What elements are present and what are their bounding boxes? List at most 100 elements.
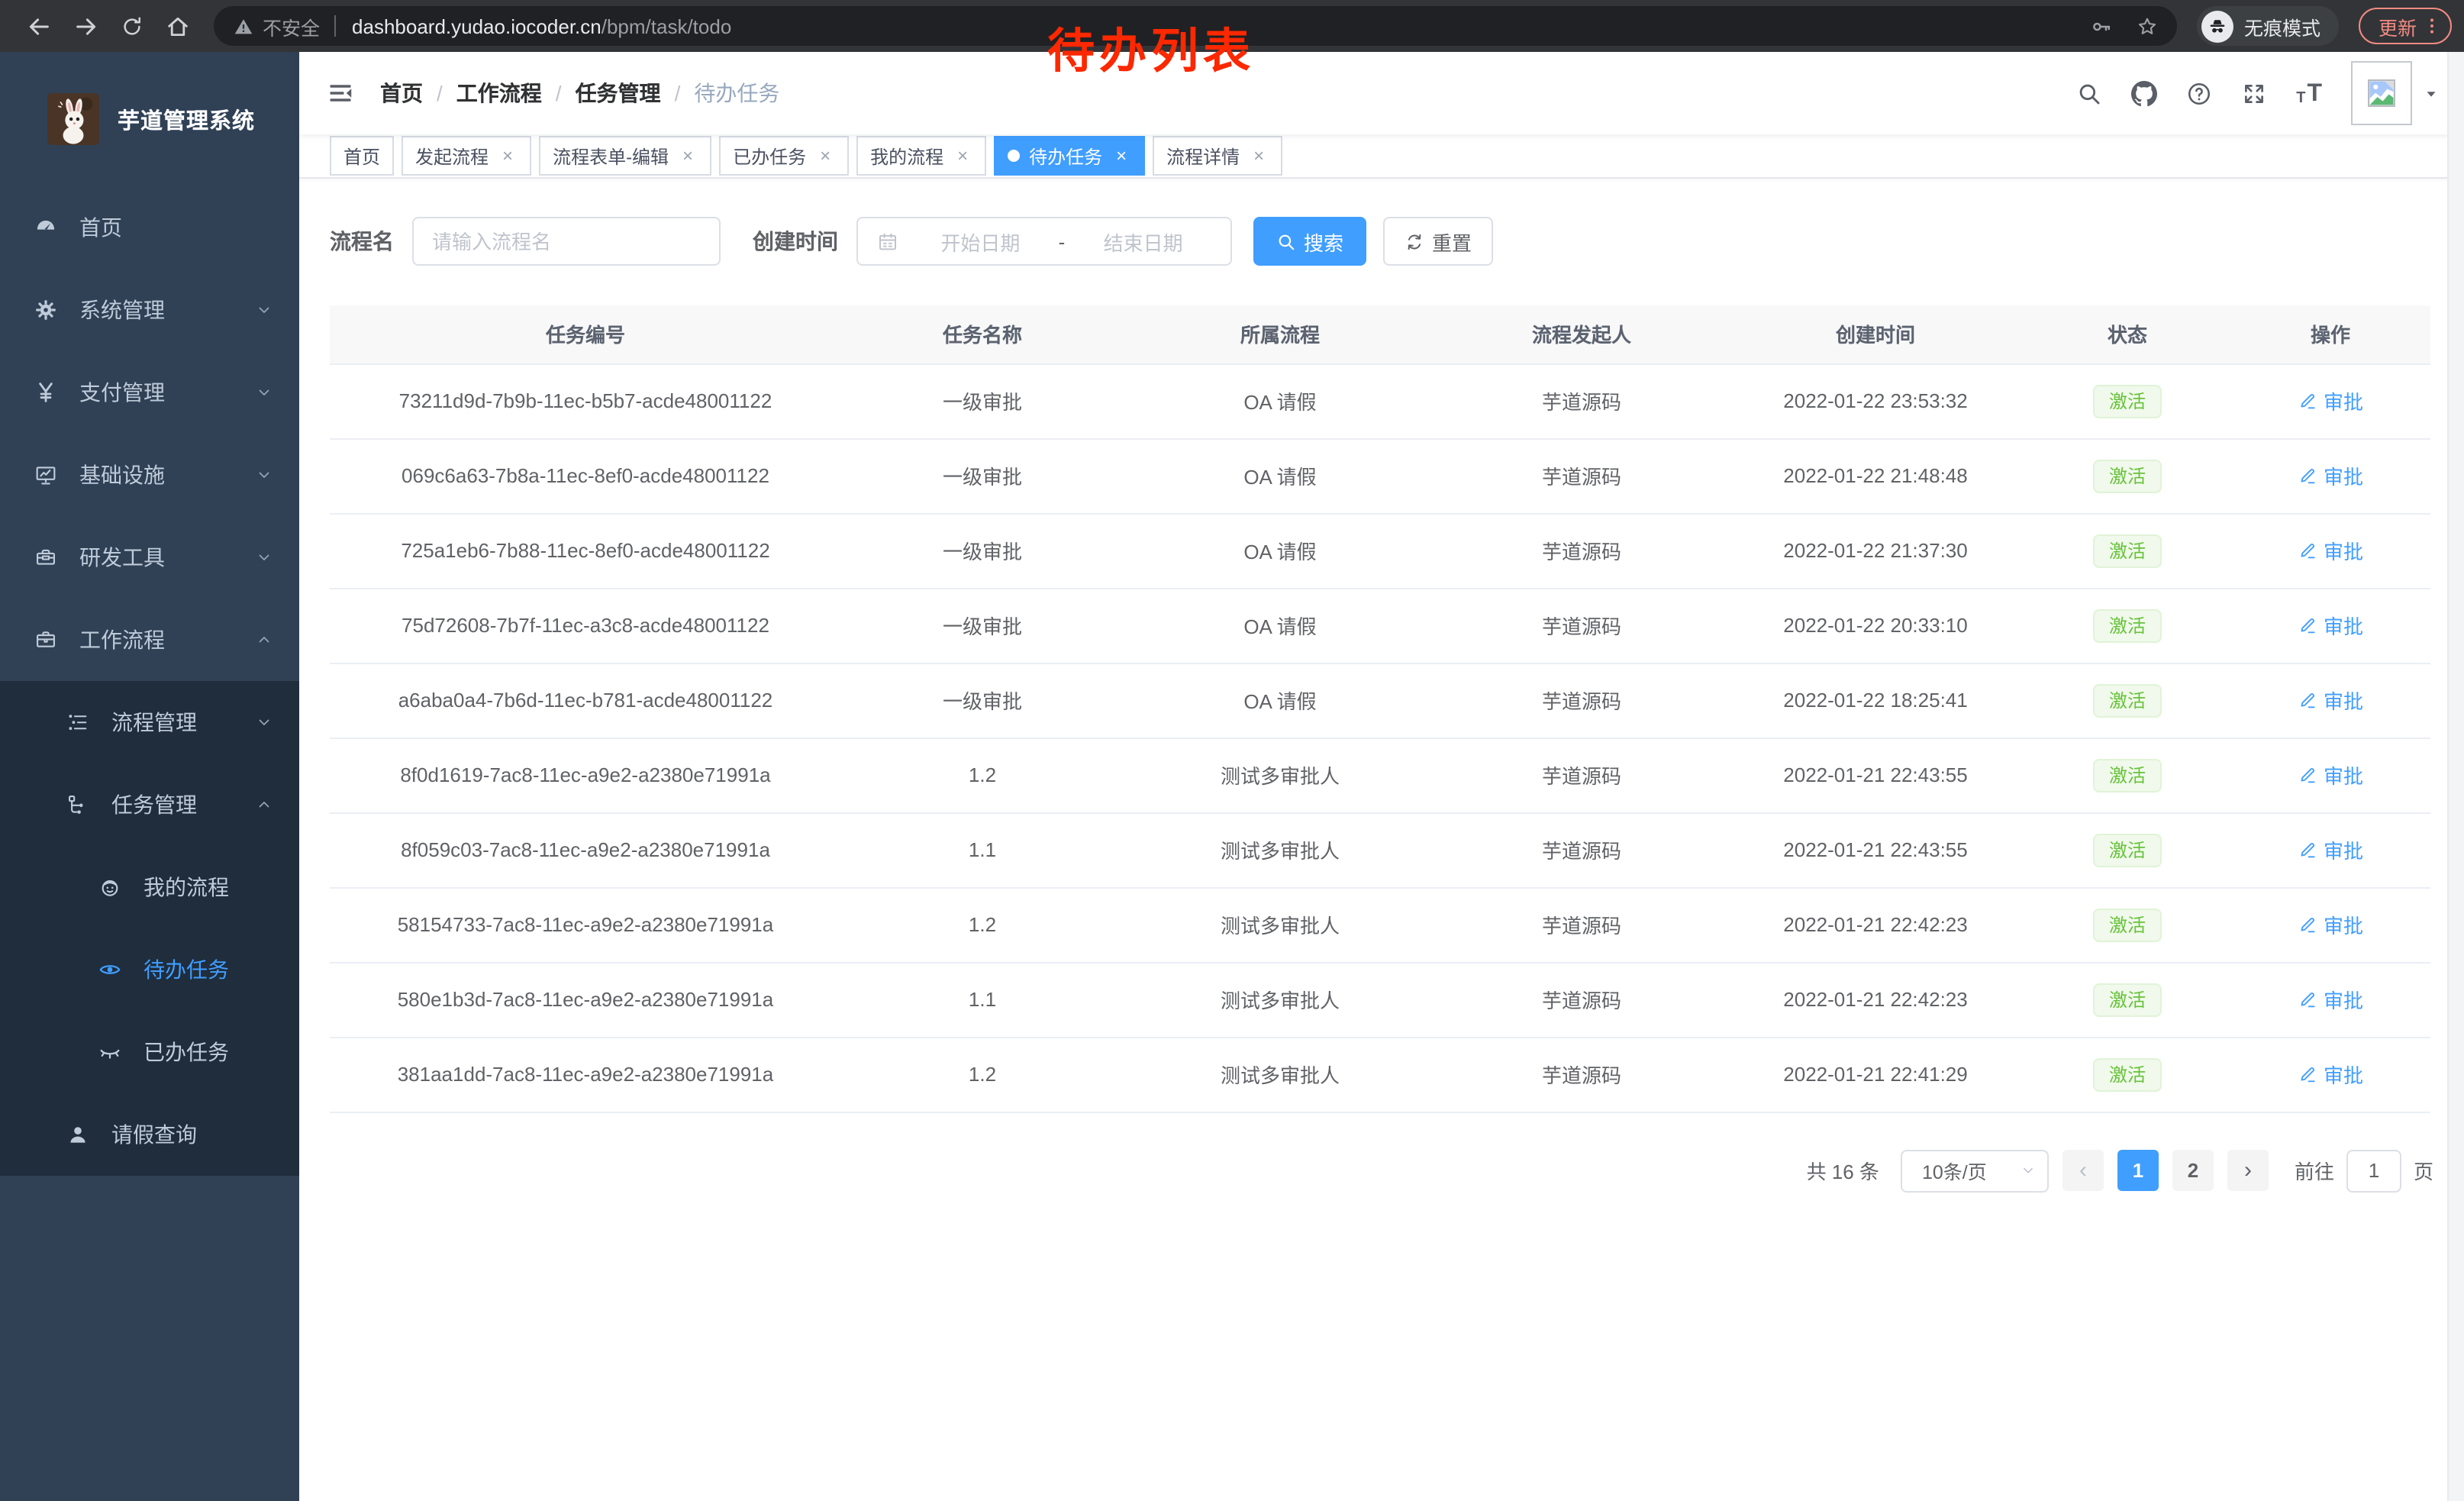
sidebar-item-12[interactable]: 请假查询 — [0, 1093, 299, 1176]
close-icon[interactable]: × — [678, 146, 698, 166]
close-icon[interactable]: × — [815, 146, 835, 166]
sidebar-item-9[interactable]: 我的流程 — [0, 846, 299, 928]
chevron-up-icon — [255, 631, 273, 649]
prev-page-button[interactable]: ‹ — [2062, 1150, 2104, 1191]
breadcrumb-item[interactable]: 首页 — [380, 78, 423, 108]
approve-link[interactable]: 审批 — [2298, 686, 2363, 715]
process-name-label: 流程名 — [330, 226, 394, 257]
created-time-cell: 2022-01-22 18:25:41 — [1727, 663, 2024, 738]
approve-link[interactable]: 审批 — [2298, 536, 2363, 565]
sidebar-toggle-icon[interactable] — [327, 79, 354, 107]
approve-link[interactable]: 审批 — [2298, 461, 2363, 490]
avatar[interactable] — [2351, 61, 2412, 125]
chevron-down-icon — [255, 548, 273, 567]
reset-button[interactable]: 重置 — [1383, 217, 1493, 266]
fullscreen-icon[interactable] — [2241, 80, 2267, 106]
tag-tab-3[interactable]: 流程表单-编辑× — [539, 136, 711, 176]
yen-icon — [34, 380, 58, 405]
bookmark-star-icon[interactable] — [2136, 15, 2159, 37]
security-warning-icon[interactable] — [232, 15, 255, 37]
help-icon[interactable] — [2186, 80, 2212, 106]
date-range-picker[interactable]: 开始日期 - 结束日期 — [856, 217, 1232, 266]
sidebar-item-4[interactable]: 基础设施 — [0, 434, 299, 516]
approve-link[interactable]: 审批 — [2298, 611, 2363, 640]
navbar-actions: TT — [2047, 61, 2440, 125]
tag-tab-6[interactable]: 待办任务× — [994, 136, 1145, 176]
page-button-1[interactable]: 1 — [2117, 1150, 2159, 1191]
app-root: 待办列表 不安全 dashboard.yudao.iocoder.cn/bpm/… — [0, 0, 2464, 1501]
select-caret-icon — [2020, 1162, 2037, 1179]
goto-page-input[interactable] — [2346, 1149, 2401, 1192]
browser-home-icon[interactable] — [165, 13, 191, 39]
close-icon[interactable]: × — [1249, 146, 1269, 166]
sidebar-item-5[interactable]: 研发工具 — [0, 516, 299, 599]
edit-pencil-icon — [2298, 1064, 2317, 1084]
table-row: 58154733-7ac8-11ec-a9e2-a2380e71991a1.2测… — [330, 887, 2430, 962]
eye-closed-icon — [98, 1040, 122, 1064]
status-badge: 激活 — [2094, 833, 2161, 867]
browser-menu-icon[interactable] — [2421, 15, 2443, 37]
sidebar-item-label: 请假查询 — [111, 1119, 197, 1150]
page-button-2[interactable]: 2 — [2172, 1150, 2214, 1191]
approve-link[interactable]: 审批 — [2298, 985, 2363, 1014]
edit-pencil-icon — [2298, 541, 2317, 560]
breadcrumb-item[interactable]: 工作流程 — [456, 78, 542, 108]
close-icon[interactable]: × — [1111, 146, 1131, 166]
process-cell: 测试多审批人 — [1124, 1037, 1437, 1112]
close-icon[interactable]: × — [953, 146, 972, 166]
scrollbar[interactable] — [2447, 52, 2464, 1501]
column-header: 任务编号 — [330, 305, 841, 363]
tag-tab-5[interactable]: 我的流程× — [856, 136, 986, 176]
browser-forward-icon[interactable] — [73, 13, 99, 39]
breadcrumb-item[interactable]: 任务管理 — [576, 78, 661, 108]
approve-link[interactable]: 审批 — [2298, 835, 2363, 864]
update-button[interactable]: 更新 — [2359, 8, 2452, 44]
page-size-select[interactable]: 10条/页 — [1901, 1149, 2049, 1192]
browser-back-icon[interactable] — [26, 13, 52, 39]
github-icon[interactable] — [2131, 80, 2157, 106]
approve-link[interactable]: 审批 — [2298, 386, 2363, 415]
search-button[interactable]: 搜索 — [1253, 217, 1366, 266]
breadcrumb-item: 待办任务 — [694, 78, 779, 108]
column-header: 创建时间 — [1727, 305, 2024, 363]
sidebar: 芋道管理系统 首页系统管理支付管理基础设施研发工具工作流程流程管理任务管理我的流… — [0, 52, 299, 1501]
tag-tab-4[interactable]: 已办任务× — [719, 136, 849, 176]
avatar-caret-icon[interactable] — [2423, 85, 2440, 102]
table-row: 381aa1dd-7ac8-11ec-a9e2-a2380e71991a1.2测… — [330, 1037, 2430, 1112]
process-cell: OA 请假 — [1124, 438, 1437, 513]
approve-link[interactable]: 审批 — [2298, 1060, 2363, 1089]
sidebar-item-7[interactable]: 流程管理 — [0, 681, 299, 763]
filter-bar: 流程名 创建时间 开始日期 - 结束日期 搜索 重置 — [330, 217, 2433, 266]
sidebar-item-8[interactable]: 任务管理 — [0, 763, 299, 846]
table-row: 069c6a63-7b8a-11ec-8ef0-acde48001122一级审批… — [330, 438, 2430, 513]
task-name-cell: 1.1 — [841, 962, 1124, 1037]
page-content: 流程名 创建时间 开始日期 - 结束日期 搜索 重置 — [299, 179, 2464, 1501]
close-icon[interactable]: × — [498, 146, 518, 166]
sidebar-item-2[interactable]: 系统管理 — [0, 269, 299, 351]
search-icon[interactable] — [2076, 80, 2102, 106]
sidebar-item-11[interactable]: 已办任务 — [0, 1011, 299, 1093]
process-name-input[interactable] — [412, 217, 721, 266]
table-header-row: 任务编号任务名称所属流程流程发起人创建时间状态操作 — [330, 305, 2430, 363]
eye-icon — [98, 957, 122, 982]
browser-reload-icon[interactable] — [121, 15, 144, 37]
next-page-button[interactable]: › — [2227, 1150, 2269, 1191]
sidebar-item-10[interactable]: 待办任务 — [0, 928, 299, 1011]
total-count: 共 16 条 — [1807, 1156, 1879, 1185]
sidebar-item-6[interactable]: 工作流程 — [0, 599, 299, 681]
font-size-icon[interactable]: TT — [2296, 80, 2322, 106]
tag-tab-1[interactable]: 首页 — [330, 136, 394, 176]
approve-link[interactable]: 审批 — [2298, 760, 2363, 789]
status-cell: 激活 — [2024, 812, 2230, 887]
tag-tab-2[interactable]: 发起流程× — [402, 136, 531, 176]
created-time-cell: 2022-01-22 21:48:48 — [1727, 438, 2024, 513]
tag-tab-7[interactable]: 流程详情× — [1153, 136, 1282, 176]
sidebar-item-3[interactable]: 支付管理 — [0, 351, 299, 434]
status-badge: 激活 — [2094, 534, 2161, 567]
approve-link[interactable]: 审批 — [2298, 910, 2363, 939]
key-icon[interactable] — [2090, 15, 2113, 37]
created-time-cell: 2022-01-21 22:43:55 — [1727, 738, 2024, 812]
gear-icon — [34, 298, 58, 322]
sidebar-item-label: 系统管理 — [79, 295, 165, 325]
sidebar-item-1[interactable]: 首页 — [0, 186, 299, 269]
